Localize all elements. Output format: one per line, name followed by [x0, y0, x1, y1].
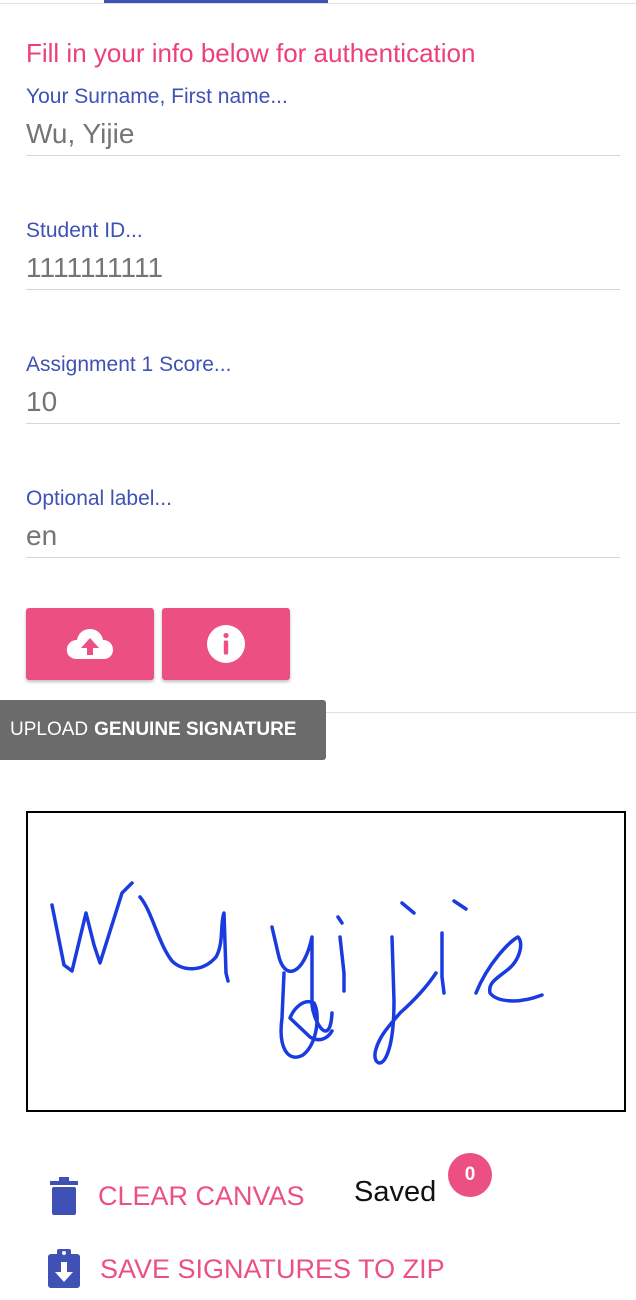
signature-stroke-j	[373, 935, 438, 1065]
optional-label-input[interactable]	[26, 517, 620, 555]
signature-stroke-e	[474, 935, 544, 1003]
student-id-underline	[26, 289, 620, 290]
saved-count-badge: 0	[448, 1153, 492, 1197]
student-id-input[interactable]	[26, 249, 620, 287]
save-signatures-zip-button[interactable]: SAVE SIGNATURES TO ZIP	[46, 1248, 445, 1290]
signature-stroke-y-loop	[279, 971, 334, 1059]
info-icon	[207, 625, 245, 663]
signature-stroke-w	[50, 881, 134, 973]
active-tab-indicator	[104, 0, 328, 3]
student-id-label: Student ID...	[26, 219, 143, 242]
signature-canvas[interactable]	[26, 811, 626, 1112]
surname-label: Your Surname, First name...	[26, 85, 288, 108]
tooltip-prefix: UPLOAD	[10, 719, 89, 740]
clear-canvas-button[interactable]: CLEAR CANVAS	[48, 1176, 305, 1216]
signature-drawing	[50, 881, 544, 1065]
top-divider	[0, 3, 636, 4]
surname-field: Your Surname, First name...	[26, 85, 620, 156]
signature-stroke-i2	[440, 931, 446, 995]
optional-label-underline	[26, 557, 620, 558]
cloud-upload-icon	[66, 629, 113, 659]
clipboard-download-icon	[48, 1249, 80, 1288]
surname-underline	[26, 155, 620, 156]
clear-canvas-label: CLEAR CANVAS	[98, 1180, 305, 1211]
signature-stroke-i2-dot	[452, 899, 468, 911]
form-heading: Fill in your info below for authenticati…	[26, 38, 476, 68]
save-signatures-zip-label: SAVE SIGNATURES TO ZIP	[100, 1253, 445, 1284]
score-label: Assignment 1 Score...	[26, 353, 232, 376]
saved-label: Saved	[354, 1176, 437, 1208]
signature-stroke-i-dot	[336, 915, 344, 925]
signature-stroke-u	[138, 895, 230, 983]
signature-stroke-j-dot	[400, 901, 416, 915]
upload-button[interactable]	[26, 608, 154, 680]
surname-input[interactable]	[26, 115, 620, 153]
optional-label-field: Optional label...	[26, 487, 620, 558]
score-input[interactable]	[26, 383, 620, 421]
signature-stroke-i	[338, 935, 346, 993]
auth-page: Fill in your info below for authenticati…	[0, 0, 636, 1300]
optional-label-label: Optional label...	[26, 487, 172, 510]
upload-tooltip: UPLOAD GENUINE SIGNATURE	[0, 700, 326, 760]
tooltip-bold-text: GENUINE SIGNATURE	[94, 719, 297, 740]
info-button[interactable]	[162, 608, 290, 680]
score-field: Assignment 1 Score...	[26, 353, 620, 424]
score-underline	[26, 423, 620, 424]
student-id-field: Student ID...	[26, 219, 620, 290]
trash-icon	[50, 1177, 78, 1215]
